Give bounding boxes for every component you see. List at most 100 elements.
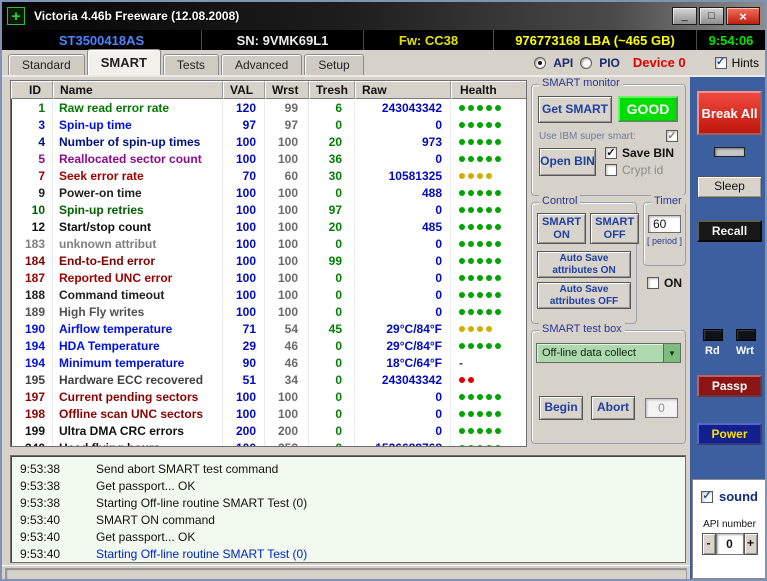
timer-on-checkbox[interactable]: ON: [647, 276, 682, 290]
test-type-dropdown[interactable]: Off-line data collect ▼: [536, 343, 681, 363]
health-dot: [477, 224, 483, 230]
abort-test-button[interactable]: Abort: [591, 396, 635, 420]
close-button[interactable]: ×: [726, 7, 760, 25]
chevron-down-icon[interactable]: ▼: [663, 344, 680, 362]
log-text: Get passport... OK: [96, 479, 195, 493]
cell-name: Power-on time: [53, 184, 223, 201]
table-row[interactable]: 199 Ultra DMA CRC errors 200 200 0 0: [11, 422, 526, 439]
autosave-on-button[interactable]: Auto Save attributes ON: [537, 251, 631, 278]
maximize-button[interactable]: □: [699, 7, 724, 25]
cell-id: 190: [11, 320, 53, 337]
pio-radio[interactable]: [580, 57, 592, 69]
cell-val: 120: [223, 99, 265, 116]
cell-val: 97: [223, 116, 265, 133]
titlebar: + Victoria 4.46b Freeware (12.08.2008) _…: [2, 2, 765, 30]
table-row[interactable]: 187 Reported UNC error 100 100 0 0: [11, 269, 526, 286]
save-bin-checkbox[interactable]: Save BIN: [605, 146, 674, 160]
smart-on-button[interactable]: SMART ON: [537, 213, 586, 244]
power-button[interactable]: Power: [697, 423, 762, 445]
break-all-button[interactable]: Break All: [697, 91, 762, 135]
cell-name: Reallocated sector count: [53, 150, 223, 167]
sound-checkbox-box[interactable]: [701, 491, 713, 503]
api-number-minus-button[interactable]: -: [702, 533, 716, 555]
table-row[interactable]: 183 unknown attribut 100 100 0 0: [11, 235, 526, 252]
table-row[interactable]: 12 Start/stop count 100 100 20 485: [11, 218, 526, 235]
api-number-plus-button[interactable]: +: [744, 533, 758, 555]
table-row[interactable]: 10 Spin-up retries 100 100 97 0: [11, 201, 526, 218]
header-val[interactable]: VAL: [223, 81, 265, 99]
table-row[interactable]: 195 Hardware ECC recovered 51 34 0 24304…: [11, 371, 526, 388]
sound-checkbox[interactable]: sound: [701, 489, 766, 504]
cell-wrst: 54: [265, 320, 309, 337]
cell-id: 194: [11, 337, 53, 354]
tab-smart[interactable]: SMART: [87, 49, 161, 75]
table-row[interactable]: 4 Number of spin-up times 100 100 20 973: [11, 133, 526, 150]
api-radio[interactable]: [534, 57, 546, 69]
header-id[interactable]: ID: [11, 81, 53, 99]
table-row[interactable]: 240 Head flying hours 100 253 0 15266887…: [11, 439, 526, 447]
health-dot: [477, 105, 483, 111]
header-name[interactable]: Name: [53, 81, 223, 99]
recall-button[interactable]: Recall: [697, 220, 762, 242]
tab-setup[interactable]: Setup: [304, 54, 363, 75]
cell-raw: 0: [355, 269, 451, 286]
smart-off-button[interactable]: SMART OFF: [590, 213, 639, 244]
header-health[interactable]: Health: [451, 81, 526, 99]
tab-standard[interactable]: Standard: [8, 54, 85, 75]
table-row[interactable]: 1 Raw read error rate 120 99 6 243043342: [11, 99, 526, 116]
crypt-id-checkbox-box[interactable]: [605, 164, 617, 176]
begin-test-button[interactable]: Begin: [539, 396, 583, 420]
hints-checkbox[interactable]: Hints: [715, 56, 759, 70]
smart-control-panel: SMART monitor Get SMART GOOD Use IBM sup…: [531, 80, 686, 447]
smart-attributes-table[interactable]: ID Name VAL Wrst Tresh Raw Health 1 Raw …: [10, 80, 527, 447]
health-dot: [477, 122, 483, 128]
cell-name: Number of spin-up times: [53, 133, 223, 150]
table-row[interactable]: 184 End-to-End error 100 100 99 0: [11, 252, 526, 269]
table-row[interactable]: 197 Current pending sectors 100 100 0 0: [11, 388, 526, 405]
cell-health: [451, 235, 526, 252]
table-row[interactable]: 9 Power-on time 100 100 0 488: [11, 184, 526, 201]
cell-id: 199: [11, 422, 53, 439]
health-dot: [486, 224, 492, 230]
sleep-button[interactable]: Sleep: [697, 176, 762, 198]
table-row[interactable]: 5 Reallocated sector count 100 100 36 0: [11, 150, 526, 167]
cell-val: 100: [223, 252, 265, 269]
get-smart-button[interactable]: Get SMART: [538, 96, 612, 123]
cell-health: -: [451, 354, 526, 371]
timer-period-input[interactable]: [648, 215, 681, 233]
log-panel[interactable]: 9:53:38 Send abort SMART test command 9:…: [10, 455, 686, 563]
open-bin-button[interactable]: Open BIN: [539, 148, 596, 176]
table-row[interactable]: 190 Airflow temperature 71 54 45 29°C/84…: [11, 320, 526, 337]
health-dot: [486, 105, 492, 111]
app-icon[interactable]: +: [7, 7, 25, 25]
cell-name: Airflow temperature: [53, 320, 223, 337]
table-row[interactable]: 7 Seek error rate 70 60 30 10581325: [11, 167, 526, 184]
passport-button[interactable]: Passp: [697, 375, 762, 397]
table-row[interactable]: 189 High Fly writes 100 100 0 0: [11, 303, 526, 320]
save-bin-checkbox-box[interactable]: [605, 147, 617, 159]
cell-tresh: 0: [309, 235, 355, 252]
health-dot: [459, 241, 465, 247]
ibm-super-smart-checkbox[interactable]: [666, 130, 678, 142]
header-tresh[interactable]: Tresh: [309, 81, 355, 99]
cell-tresh: 0: [309, 422, 355, 439]
table-row[interactable]: 188 Command timeout 100 100 0 0: [11, 286, 526, 303]
table-row[interactable]: 194 HDA Temperature 29 46 0 29°C/84°F: [11, 337, 526, 354]
table-row[interactable]: 194 Minimum temperature 90 46 0 18°C/64°…: [11, 354, 526, 371]
health-dot: [495, 394, 501, 400]
cell-val: 71: [223, 320, 265, 337]
header-wrst[interactable]: Wrst: [265, 81, 309, 99]
tab-advanced[interactable]: Advanced: [221, 54, 302, 75]
header-raw[interactable]: Raw: [355, 81, 451, 99]
crypt-id-checkbox[interactable]: Crypt id: [605, 163, 674, 177]
table-row[interactable]: 198 Offline scan UNC sectors 100 100 0 0: [11, 405, 526, 422]
hints-checkbox-box[interactable]: [715, 57, 727, 69]
health-dot: [477, 173, 483, 179]
cell-wrst: 100: [265, 184, 309, 201]
minimize-button[interactable]: _: [672, 7, 697, 25]
cell-name: Seek error rate: [53, 167, 223, 184]
table-row[interactable]: 3 Spin-up time 97 97 0 0: [11, 116, 526, 133]
tab-tests[interactable]: Tests: [163, 54, 219, 75]
timer-on-checkbox-box[interactable]: [647, 277, 659, 289]
autosave-off-button[interactable]: Auto Save attributes OFF: [537, 282, 631, 309]
